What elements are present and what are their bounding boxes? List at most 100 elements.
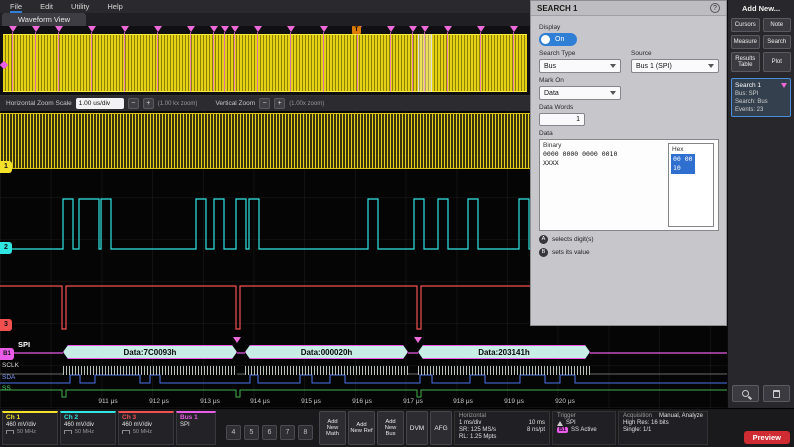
- delete-tool-button[interactable]: [763, 385, 790, 402]
- ch3-marker[interactable]: 3: [0, 319, 12, 331]
- search-mark-icon: [233, 337, 241, 343]
- zoom-window[interactable]: [418, 34, 432, 92]
- add-new-bus-button[interactable]: Add New Bus: [377, 411, 404, 445]
- menu-file[interactable]: File: [10, 0, 22, 13]
- time-axis-label: 911 μs: [98, 398, 117, 405]
- h-zoom-scale-input[interactable]: 1.00 us/div: [76, 98, 124, 109]
- search-event-marker-icon: [157, 32, 158, 92]
- search1-events-line: Events: 23: [735, 107, 787, 113]
- time-axis-label: 919 μs: [504, 398, 524, 405]
- add-measure-button[interactable]: Measure: [731, 35, 760, 49]
- horizontal-window: 10 ms: [529, 420, 545, 426]
- add-plot-button[interactable]: Plot: [763, 52, 792, 72]
- data-pattern-box[interactable]: Binary 0000 0000 0000 0010 XXXX Hex 00 0…: [539, 139, 719, 231]
- zoom-controls-bar: Horizontal Zoom Scale 1.00 us/div − + (1…: [0, 96, 530, 111]
- menu-help[interactable]: Help: [107, 0, 122, 13]
- search-event-marker-icon: [58, 32, 59, 92]
- search-type-dropdown[interactable]: Bus: [539, 59, 621, 73]
- time-axis-label: 917 μs: [403, 398, 423, 405]
- add-new-ref-button[interactable]: Add New Ref: [348, 411, 375, 445]
- display-toggle[interactable]: On: [539, 33, 577, 46]
- trigger-title: Trigger: [557, 413, 611, 419]
- sda-waveform: [0, 375, 727, 383]
- ch2-marker[interactable]: 2: [0, 242, 12, 254]
- search-event-marker-icon: [513, 32, 514, 92]
- record-length: RL: 1.25 Mpts: [459, 434, 496, 440]
- zoom-tool-button[interactable]: [732, 385, 759, 402]
- source-label: Source: [631, 50, 719, 57]
- horizontal-badge[interactable]: Horizontal 1 ms/div10 ms SR: 125 MS/s8 n…: [454, 411, 550, 445]
- trigger-bus-badge: B1: [557, 427, 568, 433]
- data-words-label: Data Words: [539, 104, 718, 111]
- search1-result-card[interactable]: Search 1 Bus: SPI Search: Bus Events: 23: [731, 78, 791, 117]
- menu-edit[interactable]: Edit: [40, 0, 53, 13]
- help-icon[interactable]: ?: [710, 3, 720, 13]
- search-event-marker-icon: [323, 32, 324, 92]
- acquisition-badge[interactable]: AcquisitionManual, Analyze High Res: 16 …: [618, 411, 708, 445]
- acquisition-title: Acquisition: [623, 413, 652, 419]
- search-event-marker-icon: [224, 32, 225, 92]
- bus-badge[interactable]: Bus 1 SPI: [176, 411, 216, 445]
- channel-5-button[interactable]: 5: [244, 425, 259, 440]
- channel-badge-ch1[interactable]: Ch 1 460 mV/div 50 MHz: [2, 411, 58, 445]
- add-results-table-button[interactable]: Results Table: [731, 52, 760, 72]
- menu-utility[interactable]: Utility: [71, 0, 89, 13]
- sclk-label: SCLK: [2, 362, 19, 369]
- add-search-button[interactable]: Search: [763, 35, 792, 49]
- mark-on-dropdown[interactable]: Data: [539, 86, 621, 100]
- search-event-marker-icon: [390, 32, 391, 92]
- add-note-button[interactable]: Note: [763, 18, 792, 32]
- bus1-marker[interactable]: B1: [0, 348, 14, 360]
- ss-label: SS: [2, 385, 11, 392]
- chevron-down-icon: [610, 64, 616, 68]
- time-axis-label: 918 μs: [453, 398, 473, 405]
- channel-badge-ch2[interactable]: Ch 2 460 mV/div 50 MHz: [60, 411, 116, 445]
- source-dropdown[interactable]: Bus 1 (SPI): [631, 59, 719, 73]
- trigger-badge[interactable]: Trigger SPI B1SS Active: [552, 411, 616, 445]
- v-zoom-increase-button[interactable]: +: [274, 98, 285, 109]
- sample-rate: SR: 125 MS/s: [459, 427, 496, 433]
- results-sidebar: Add New... Cursors Note Measure Search R…: [727, 0, 794, 408]
- v-zoom-decrease-button[interactable]: −: [259, 98, 270, 109]
- channel-scale: 460 mV/div: [6, 422, 54, 428]
- add-new-math-button[interactable]: Add New Math: [319, 411, 346, 445]
- search1-bus-line: Bus: SPI: [735, 91, 787, 97]
- knob-a-hint: A selects digit(s): [539, 235, 718, 244]
- sclk-burst: [245, 366, 408, 375]
- trigger-detail: SS Active: [571, 427, 597, 433]
- search-event-marker-icon: [357, 32, 358, 92]
- bus-decode-label: SPI: [18, 340, 30, 349]
- zoom-overview[interactable]: T: [0, 26, 530, 96]
- hex-column[interactable]: Hex 00 00 10: [668, 143, 714, 227]
- ch1-marker[interactable]: 1: [0, 161, 12, 173]
- channel-name: Ch 2: [64, 414, 112, 421]
- h-zoom-decrease-button[interactable]: −: [128, 98, 139, 109]
- dvm-button[interactable]: DVM: [406, 411, 428, 445]
- sclk-burst: [63, 366, 237, 375]
- search-event-marker-icon: [91, 32, 92, 92]
- display-label: Display: [539, 24, 718, 31]
- horizontal-scale: 1 ms/div: [459, 420, 481, 426]
- data-words-input[interactable]: 1: [539, 113, 585, 126]
- overview-event-markers: [0, 26, 530, 95]
- channel-badge-ch3[interactable]: Ch 3 460 mV/div 50 MHz: [118, 411, 174, 445]
- mark-on-value: Data: [544, 90, 559, 97]
- afg-button[interactable]: AFG: [430, 411, 452, 445]
- channel-7-button[interactable]: 7: [280, 425, 295, 440]
- hex-value-selected[interactable]: 00 00 10: [671, 154, 695, 174]
- channel-6-button[interactable]: 6: [262, 425, 277, 440]
- channel-8-button[interactable]: 8: [298, 425, 313, 440]
- search-event-marker-icon: [257, 32, 258, 92]
- trigger-position-marker: T: [352, 26, 361, 34]
- add-new-title: Add New...: [731, 4, 791, 13]
- channel-4-button[interactable]: 4: [226, 425, 241, 440]
- add-cursors-button[interactable]: Cursors: [731, 18, 760, 32]
- channel-name: Ch 3: [122, 414, 170, 421]
- search-event-marker-icon: [480, 32, 481, 92]
- search-event-marker-icon: [447, 32, 448, 92]
- v-zoom-factor-label: (1.00x zoom): [289, 101, 324, 107]
- tab-waveform-view[interactable]: Waveform View: [2, 13, 86, 26]
- h-zoom-increase-button[interactable]: +: [143, 98, 154, 109]
- bus-type: SPI: [180, 422, 212, 428]
- bus-name: Bus 1: [180, 414, 212, 421]
